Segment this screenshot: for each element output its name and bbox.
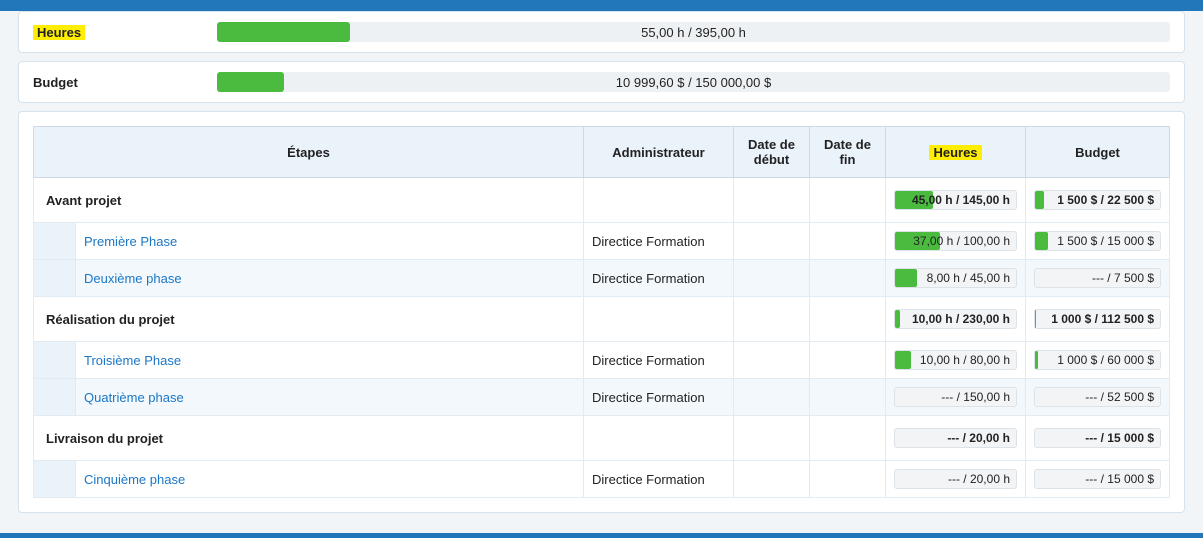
progress-bar: 45,00 h / 145,00 h <box>894 190 1017 210</box>
step-date-fin <box>810 342 886 379</box>
table-row: Deuxième phase Directice Formation 8,00 h … <box>34 260 1170 297</box>
group-name: Réalisation du projet <box>34 297 584 342</box>
step-name: Deuxième phase <box>76 260 584 297</box>
progress-bar: --- / 7 500 $ <box>1034 268 1161 288</box>
progress-bar: --- / 15 000 $ <box>1034 469 1161 489</box>
step-admin: Directice Formation <box>584 342 734 379</box>
step-name: Quatrième phase <box>76 379 584 416</box>
table-row: Première Phase Directice Formation 37,00 h… <box>34 223 1170 260</box>
progress-bar: --- / 52 500 $ <box>1034 387 1161 407</box>
col-date-fin: Date de fin <box>810 127 886 178</box>
progress-bar: 1 000 $ / 112 500 $ <box>1034 309 1161 329</box>
summary-budget-progress: 10 999,60 $ / 150 000,00 $ <box>217 72 1170 92</box>
summary-heures-label: Heures <box>33 25 203 40</box>
summary-heures-progress: 55,00 h / 395,00 h <box>217 22 1170 42</box>
table-row: Troisième Phase Directice Formation 10,00 … <box>34 342 1170 379</box>
progress-bar: --- / 15 000 $ <box>1034 428 1161 448</box>
step-link[interactable]: Troisième Phase <box>84 353 181 368</box>
step-link[interactable]: Cinquième phase <box>84 472 185 487</box>
progress-bar: 10,00 h / 230,00 h <box>894 309 1017 329</box>
steps-table-card: Étapes Administrateur Date de début Date… <box>18 111 1185 513</box>
progress-bar: 1 000 $ / 60 000 $ <box>1034 350 1161 370</box>
table-row: Cinquième phase Directice Formation --- / … <box>34 461 1170 498</box>
step-date-debut <box>734 260 810 297</box>
col-date-debut: Date de début <box>734 127 810 178</box>
steps-table: Étapes Administrateur Date de début Date… <box>33 126 1170 498</box>
summary-budget-card: Budget 10 999,60 $ / 150 000,00 $ <box>18 61 1185 103</box>
col-admin: Administrateur <box>584 127 734 178</box>
indent-cell <box>34 461 76 498</box>
indent-cell <box>34 342 76 379</box>
step-date-fin <box>810 260 886 297</box>
indent-cell <box>34 379 76 416</box>
group-name: Avant projet <box>34 178 584 223</box>
progress-bar: 1 500 $ / 15 000 $ <box>1034 231 1161 251</box>
step-admin: Directice Formation <box>584 260 734 297</box>
table-row: Quatrième phase Directice Formation --- / … <box>34 379 1170 416</box>
indent-cell <box>34 223 76 260</box>
step-name: Première Phase <box>76 223 584 260</box>
step-admin: Directice Formation <box>584 379 734 416</box>
col-budget: Budget <box>1026 127 1170 178</box>
step-date-fin <box>810 379 886 416</box>
step-date-debut <box>734 223 810 260</box>
step-date-debut <box>734 379 810 416</box>
progress-bar: --- / 20,00 h <box>894 428 1017 448</box>
progress-bar: 1 500 $ / 22 500 $ <box>1034 190 1161 210</box>
summary-heures-card: Heures 55,00 h / 395,00 h <box>18 11 1185 53</box>
col-etapes: Étapes <box>34 127 584 178</box>
step-admin: Directice Formation <box>584 461 734 498</box>
step-link[interactable]: Deuxième phase <box>84 271 182 286</box>
group-row: Livraison du projet --- / 20,00 h --- / 15… <box>34 416 1170 461</box>
step-link[interactable]: Première Phase <box>84 234 177 249</box>
step-name: Troisième Phase <box>76 342 584 379</box>
step-date-debut <box>734 461 810 498</box>
step-name: Cinquième phase <box>76 461 584 498</box>
step-link[interactable]: Quatrième phase <box>84 390 184 405</box>
progress-bar: --- / 20,00 h <box>894 469 1017 489</box>
progress-bar: 37,00 h / 100,00 h <box>894 231 1017 251</box>
step-admin: Directice Formation <box>584 223 734 260</box>
col-heures: Heures <box>886 127 1026 178</box>
step-date-debut <box>734 342 810 379</box>
group-row: Réalisation du projet 10,00 h / 230,00 h 1… <box>34 297 1170 342</box>
progress-bar: --- / 150,00 h <box>894 387 1017 407</box>
summary-budget-label: Budget <box>33 75 203 90</box>
indent-cell <box>34 260 76 297</box>
group-name: Livraison du projet <box>34 416 584 461</box>
progress-bar: 10,00 h / 80,00 h <box>894 350 1017 370</box>
group-row: Avant projet 45,00 h / 145,00 h 1 500 $ / … <box>34 178 1170 223</box>
progress-bar: 8,00 h / 45,00 h <box>894 268 1017 288</box>
step-date-fin <box>810 461 886 498</box>
step-date-fin <box>810 223 886 260</box>
